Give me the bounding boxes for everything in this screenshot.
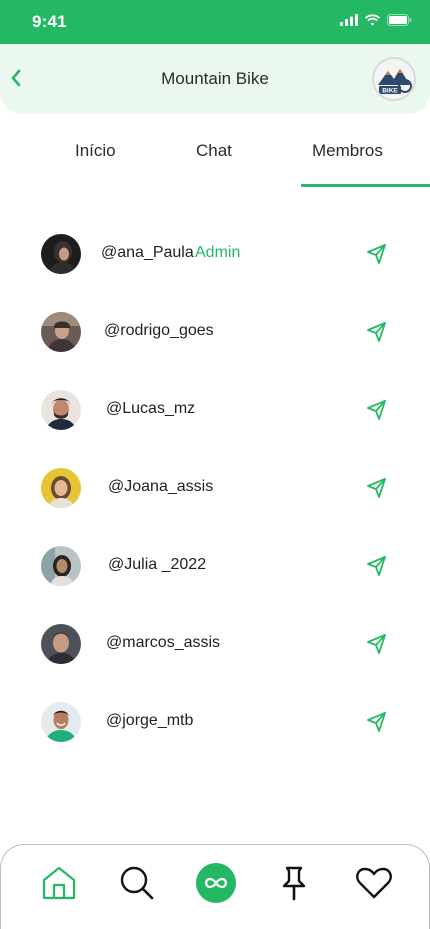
nav-home[interactable] (39, 863, 79, 903)
list-item[interactable]: @Joana_assis (0, 448, 430, 526)
avatar (41, 546, 81, 586)
send-message-button[interactable] (366, 399, 388, 421)
list-item[interactable]: @ana_Paula Admin (0, 214, 430, 292)
send-icon (367, 244, 386, 264)
nav-search[interactable] (117, 863, 157, 903)
status-bar: 9:41 (0, 0, 430, 44)
send-icon (367, 634, 386, 654)
group-logo-text: BIKE (382, 88, 398, 95)
mountain-bike-logo: BIKE (374, 59, 414, 99)
wifi-icon (365, 14, 380, 26)
member-username: @Julia _2022 (108, 556, 207, 573)
heart-icon (356, 867, 392, 899)
avatar (41, 312, 81, 352)
avatar (41, 624, 81, 664)
tab-inicio[interactable]: Início (75, 141, 116, 161)
tab-membros[interactable]: Membros (312, 141, 383, 161)
tab-chat[interactable]: Chat (196, 141, 232, 161)
nav-pinned[interactable] (274, 863, 314, 903)
member-photo (41, 234, 81, 274)
member-username: @ana_Paula (101, 244, 194, 261)
send-message-button[interactable] (366, 243, 388, 265)
app-screen: 9:41 Mountain Bike BIKE Início Chat Memb… (0, 0, 430, 929)
member-photo (41, 702, 81, 742)
home-icon (42, 866, 76, 900)
avatar (41, 234, 81, 274)
send-message-button[interactable] (366, 321, 388, 343)
avatar (41, 702, 81, 742)
signal-icon (340, 14, 358, 26)
infinity-icon (205, 877, 227, 889)
member-username: @Joana_assis (108, 478, 214, 495)
member-username: @Lucas_mz (106, 400, 196, 417)
search-icon (120, 866, 154, 900)
list-item[interactable]: @Julia _2022 (0, 526, 430, 604)
member-username: @marcos_assis (106, 634, 221, 651)
send-message-button[interactable] (366, 477, 388, 499)
bottom-nav (0, 844, 430, 929)
active-tab-indicator (301, 184, 430, 187)
list-item[interactable]: @Lucas_mz (0, 370, 430, 448)
list-item[interactable]: @marcos_assis (0, 604, 430, 682)
member-photo (41, 546, 81, 586)
status-time: 9:41 (32, 12, 67, 31)
header: Mountain Bike BIKE (0, 44, 430, 114)
admin-badge: Admin (195, 244, 241, 261)
avatar (41, 468, 81, 508)
member-photo (41, 312, 81, 352)
nav-community[interactable] (196, 863, 236, 903)
member-username: @jorge_mtb (106, 712, 194, 729)
page-title: Mountain Bike (161, 69, 269, 88)
send-message-button[interactable] (366, 711, 388, 733)
battery-icon (387, 14, 412, 26)
group-avatar[interactable]: BIKE (372, 57, 416, 101)
list-item[interactable]: @jorge_mtb (0, 682, 430, 760)
nav-favorites[interactable] (354, 863, 394, 903)
member-photo (41, 468, 81, 508)
list-item[interactable]: @rodrigo_goes (0, 292, 430, 370)
avatar (41, 390, 81, 430)
member-photo (41, 624, 81, 664)
send-icon (367, 400, 386, 420)
send-icon (367, 478, 386, 498)
send-message-button[interactable] (366, 633, 388, 655)
tab-bar: Início Chat Membros (0, 114, 430, 188)
pin-icon (282, 866, 306, 901)
send-icon (367, 556, 386, 576)
member-username: @rodrigo_goes (104, 322, 214, 339)
community-button (196, 863, 236, 903)
send-message-button[interactable] (366, 555, 388, 577)
member-photo (41, 390, 81, 430)
status-icons (340, 14, 412, 26)
send-icon (367, 322, 386, 342)
send-icon (367, 712, 386, 732)
